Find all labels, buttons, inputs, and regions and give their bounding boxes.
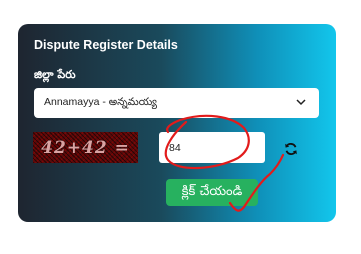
chevron-down-icon [296, 99, 306, 106]
dispute-register-card: Dispute Register Details జిల్లా పేరు Ann… [18, 24, 336, 222]
form-title: Dispute Register Details [34, 38, 178, 52]
captcha-answer-input[interactable] [159, 132, 265, 163]
district-label: జిల్లా పేరు [34, 68, 76, 81]
submit-button[interactable]: క్లిక్ చేయండి [166, 179, 258, 206]
district-select[interactable]: Annamayya - అన్నమయ్య [34, 88, 319, 118]
refresh-icon[interactable] [284, 142, 298, 156]
submit-label: క్లిక్ చేయండి [181, 183, 243, 199]
district-select-value: Annamayya - అన్నమయ్య [44, 95, 157, 108]
captcha-image: 42+42 = [33, 132, 138, 163]
captcha-text: 42+42 = [41, 137, 130, 158]
